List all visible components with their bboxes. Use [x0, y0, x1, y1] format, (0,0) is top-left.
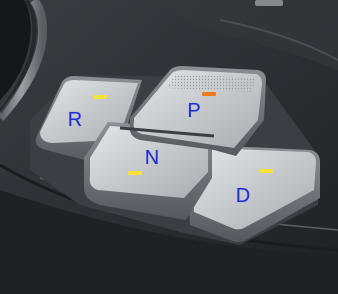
- drive-button-label[interactable]: D: [236, 186, 250, 206]
- reverse-indicator-light: [93, 95, 107, 99]
- neutral-button-label[interactable]: N: [145, 148, 159, 168]
- reverse-button-label[interactable]: R: [68, 110, 82, 130]
- park-button-label[interactable]: P: [187, 101, 200, 121]
- console-illustration: [0, 0, 338, 294]
- drive-indicator-light: [259, 169, 273, 173]
- park-indicator-light-active: [202, 92, 216, 96]
- gear-shifter-photo: R P N D: [0, 0, 338, 294]
- neutral-indicator-light: [128, 171, 142, 175]
